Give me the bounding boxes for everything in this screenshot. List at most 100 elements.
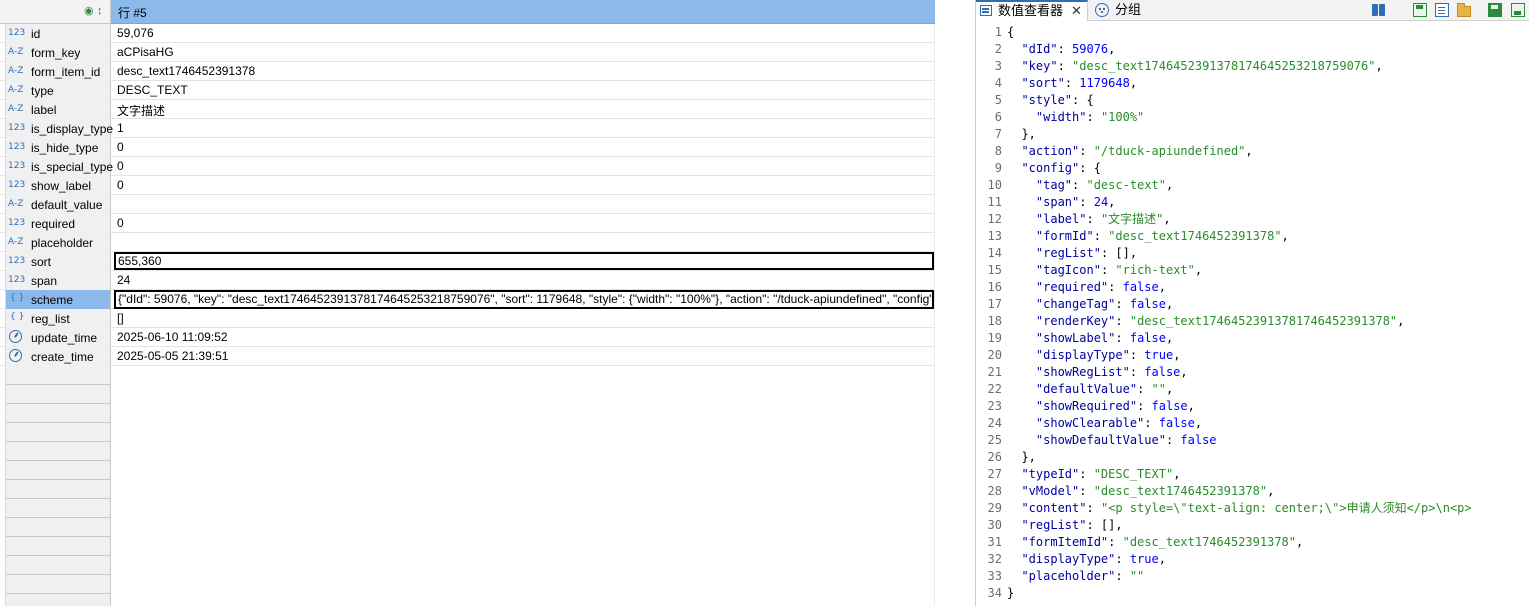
record-row-form-item-id[interactable]: A-Z form_item_id desc_text1746452391378 <box>0 62 935 81</box>
code-token: } <box>1007 586 1015 600</box>
record-row-show-label[interactable]: 123 show_label 0 <box>0 176 935 195</box>
field-name-cell[interactable]: A-Z form_item_id <box>5 62 111 81</box>
code-line: 9 "config": { <box>976 160 1529 177</box>
code-token: false <box>1129 331 1166 345</box>
tab-close-icon[interactable]: ✕ <box>1071 2 1082 19</box>
field-name-cell[interactable]: 123 id <box>5 24 111 43</box>
record-row-default-value[interactable]: A-Z default_value <box>0 195 935 214</box>
field-name-cell[interactable]: { } scheme <box>5 290 111 309</box>
record-row-reg-list[interactable]: { } reg_list [] <box>0 309 935 328</box>
record-row-is-special-type[interactable]: 123 is_special_type 0 <box>0 157 935 176</box>
field-name-cell[interactable]: 123 span <box>5 271 111 290</box>
field-value-cell[interactable]: DESC_TEXT <box>114 81 934 100</box>
field-value-cell[interactable]: desc_text1746452391378 <box>114 62 934 81</box>
record-row-update-time[interactable]: update_time 2025-06-10 11:09:52 <box>0 328 935 347</box>
field-value-cell[interactable]: aCPisaHG <box>114 43 934 62</box>
code-token: : { <box>1072 93 1094 107</box>
field-value-cell[interactable]: 24 <box>114 271 934 290</box>
field-value-cell[interactable] <box>114 195 934 214</box>
code-token: , <box>1397 314 1405 328</box>
field-value-cell[interactable]: [] <box>114 309 934 328</box>
document-icon[interactable] <box>1435 3 1449 17</box>
field-value-cell[interactable]: 0 <box>114 176 934 195</box>
code-token: : <box>1057 42 1073 56</box>
field-name: span <box>31 274 58 288</box>
field-name-cell[interactable]: 123 is_display_type <box>5 119 114 138</box>
code-token: : <box>1086 110 1101 124</box>
save-icon[interactable] <box>1413 3 1427 17</box>
code-token: false <box>1158 416 1195 430</box>
text-type-icon: A-Z <box>8 237 24 247</box>
field-name-cell[interactable]: 123 show_label <box>5 176 111 195</box>
record-row-span[interactable]: 123 span 24 <box>0 271 935 290</box>
field-name-cell[interactable]: 123 is_special_type <box>5 157 113 176</box>
record-row-type[interactable]: A-Z type DESC_TEXT <box>0 81 935 100</box>
code-line: 19 "showLabel": false, <box>976 330 1529 347</box>
field-value-cell[interactable]: 2025-06-10 11:09:52 <box>114 328 934 347</box>
code-token: , <box>1165 331 1174 345</box>
text-type-icon: A-Z <box>8 66 24 76</box>
tab-value-viewer[interactable]: 数值查看器 ✕ <box>976 0 1088 21</box>
code-text: "showRequired": false, <box>1007 398 1195 415</box>
record-row-is-hide-type[interactable]: 123 is_hide_type 0 <box>0 138 935 157</box>
record-row-id[interactable]: 123 id 59,076 <box>0 24 935 43</box>
record-row-scheme[interactable]: { } scheme {"dId": 59076, "key": "desc_tex… <box>0 290 935 309</box>
field-value-cell[interactable]: 0 <box>114 157 934 176</box>
field-name-cell[interactable]: 123 is_hide_type <box>5 138 111 157</box>
field-value-cell[interactable]: 2025-05-05 21:39:51 <box>114 347 934 366</box>
field-name-cell[interactable]: A-Z type <box>5 81 111 100</box>
numeric-type-icon: 123 <box>8 256 26 266</box>
code-line: 34} <box>976 585 1529 602</box>
record-row-sort[interactable]: 123 sort 655,360 <box>0 252 935 271</box>
field-value-cell[interactable]: {"dId": 59076, "key": "desc_text17464523… <box>114 290 934 309</box>
field-name-cell[interactable]: create_time <box>5 347 111 366</box>
code-text: "typeId": "DESC_TEXT", <box>1007 466 1180 483</box>
field-name: scheme <box>31 293 74 307</box>
code-line: 21 "showRegList": false, <box>976 364 1529 381</box>
record-row-required[interactable]: 123 required 0 <box>0 214 935 233</box>
code-text: "changeTag": false, <box>1007 296 1173 313</box>
record-row-placeholder[interactable]: A-Z placeholder <box>0 233 935 252</box>
field-name-cell[interactable]: A-Z form_key <box>5 43 111 62</box>
code-token: "showDefaultValue" <box>1035 433 1166 447</box>
record-header: ◉ ↕ 行 #5 <box>0 0 935 24</box>
sort-arrows-icon[interactable]: ↕ <box>97 5 103 17</box>
code-line: 14 "regList": [], <box>976 245 1529 262</box>
field-value-cell[interactable]: 59,076 <box>114 24 934 43</box>
json-code-view[interactable]: 1{2 "dId": 59076, 3 "key": "desc_text1746… <box>976 24 1529 602</box>
field-name-cell[interactable]: A-Z placeholder <box>5 233 111 252</box>
book-icon[interactable] <box>1372 3 1386 17</box>
folder-icon[interactable] <box>1457 3 1471 17</box>
field-name-cell[interactable]: A-Z default_value <box>5 195 111 214</box>
field-value-cell[interactable]: 文字描述 <box>114 100 934 119</box>
code-line: 31 "formItemId": "desc_text1746452391378… <box>976 534 1529 551</box>
field-value-cell[interactable]: 0 <box>114 138 934 157</box>
line-number: 33 <box>987 569 1002 583</box>
code-line: 3 "key": "desc_text174645239137817464525… <box>976 58 1529 75</box>
tab-group[interactable]: 分组 <box>1089 0 1169 21</box>
save-all-icon[interactable] <box>1511 3 1525 17</box>
text-type-icon: A-Z <box>8 47 24 57</box>
field-name-cell[interactable]: 123 sort <box>5 252 111 271</box>
record-row-label[interactable]: A-Z label 文字描述 <box>0 100 935 119</box>
field-value-cell[interactable]: 1 <box>114 119 934 138</box>
line-number: 31 <box>987 535 1002 549</box>
target-icon[interactable]: ◉ <box>84 5 94 17</box>
field-name: is_display_type <box>31 122 114 136</box>
field-value-cell[interactable]: 0 <box>114 214 934 233</box>
field-value-cell[interactable]: 655,360 <box>114 252 934 270</box>
numeric-type-icon: 123 <box>8 28 26 38</box>
field-name-cell[interactable]: update_time <box>5 328 111 347</box>
header-corner[interactable]: ◉ ↕ <box>0 0 111 24</box>
code-token: "desc_text174645239137817464525321875907… <box>1072 59 1376 73</box>
field-name-cell[interactable]: A-Z label <box>5 100 111 119</box>
save-as-icon[interactable] <box>1488 3 1502 17</box>
field-value-cell[interactable] <box>114 233 934 252</box>
record-row-create-time[interactable]: create_time 2025-05-05 21:39:51 <box>0 347 935 366</box>
empty-name-column <box>5 366 111 606</box>
field-name-cell[interactable]: { } reg_list <box>5 309 111 328</box>
record-row-form-key[interactable]: A-Z form_key aCPisaHG <box>0 43 935 62</box>
record-row-is-display-type[interactable]: 123 is_display_type 1 <box>0 119 935 138</box>
field-name-cell[interactable]: 123 required <box>5 214 111 233</box>
